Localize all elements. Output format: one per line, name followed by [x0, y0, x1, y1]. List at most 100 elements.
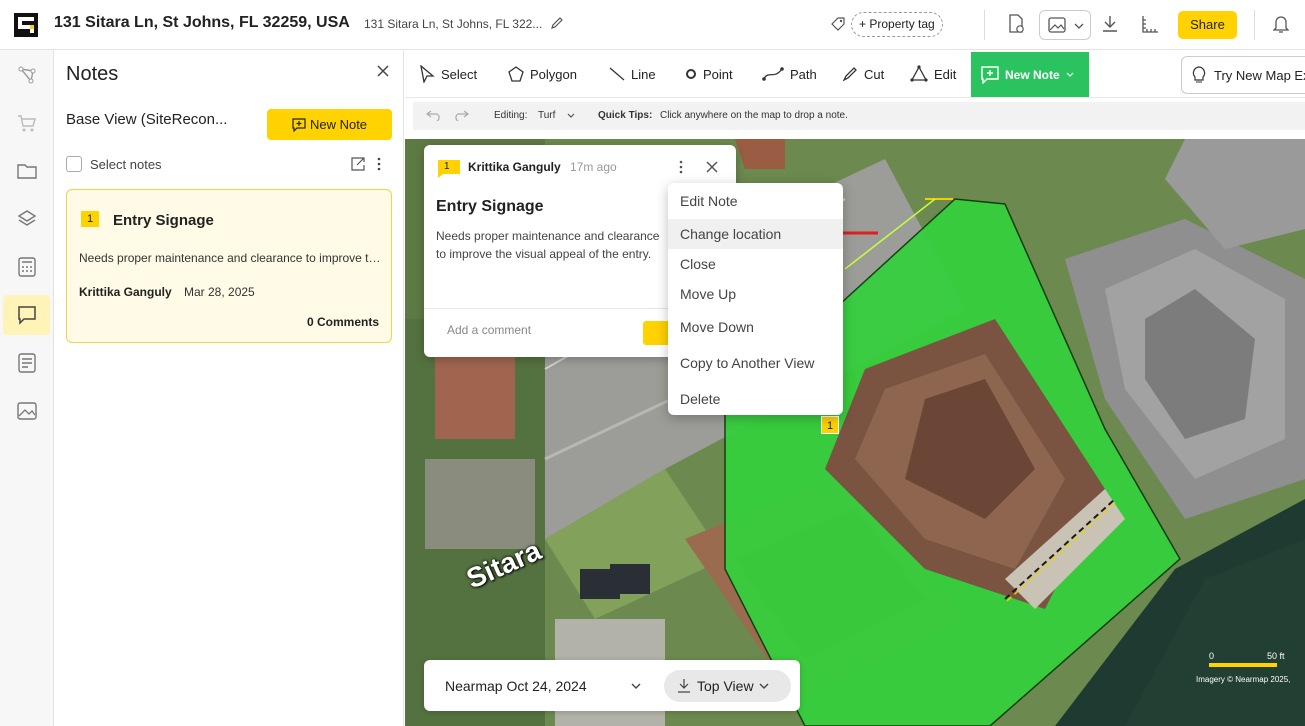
- note-timestamp: 17m ago: [570, 160, 617, 174]
- menu-move-up[interactable]: Move Up: [668, 279, 843, 309]
- edit-vertices-icon: [910, 65, 928, 82]
- quick-tips-text: Click anywhere on the map to drop a note…: [660, 110, 848, 121]
- rail-cart[interactable]: [3, 103, 50, 143]
- more-options-icon[interactable]: [678, 160, 684, 174]
- note-number-badge: 1: [81, 211, 99, 227]
- ruler-icon[interactable]: [1141, 14, 1159, 34]
- note-comments-count[interactable]: 0 Comments: [307, 315, 379, 329]
- point-icon: [686, 69, 696, 79]
- polygon-icon: [508, 66, 524, 82]
- notification-bell-icon[interactable]: [1273, 14, 1289, 34]
- property-address-short: 131 Sitara Ln, St Johns, FL 322...: [364, 17, 543, 31]
- cut-icon: [842, 67, 857, 82]
- tool-path-label: Path: [790, 66, 817, 82]
- chevron-down-icon[interactable]: [567, 113, 575, 119]
- scale-bar: [1209, 663, 1277, 667]
- panel-title: Notes: [66, 63, 119, 85]
- close-icon[interactable]: [705, 160, 719, 174]
- add-note-icon: [981, 65, 999, 84]
- note-title: Entry Signage: [436, 198, 544, 215]
- rail-layers[interactable]: [3, 199, 50, 239]
- tool-cut-label: Cut: [864, 66, 885, 82]
- top-bar: 131 Sitara Ln, St Johns, FL 32259, USA 1…: [0, 0, 1305, 50]
- select-notes[interactable]: Select notes: [66, 156, 162, 172]
- note-card[interactable]: 1 Entry Signage Needs proper maintenance…: [66, 189, 392, 343]
- rail-measure[interactable]: [3, 55, 50, 95]
- export-icon[interactable]: [351, 157, 365, 171]
- app-logo-icon[interactable]: [14, 13, 38, 37]
- download-icon[interactable]: [1101, 14, 1119, 34]
- imagery-date-select[interactable]: Nearmap Oct 24, 2024: [445, 678, 587, 694]
- image-icon: [16, 402, 37, 420]
- comment-input[interactable]: Add a comment: [447, 323, 531, 337]
- rail-calculator[interactable]: [3, 247, 50, 287]
- property-tag-button[interactable]: + Property tag: [851, 12, 943, 37]
- document-icon: [17, 353, 36, 373]
- calculator-icon: [17, 257, 36, 277]
- select-notes-checkbox[interactable]: [66, 156, 82, 172]
- line-icon: [609, 67, 625, 81]
- tag-icon: [831, 17, 845, 31]
- menu-edit-note[interactable]: Edit Note: [668, 186, 843, 216]
- menu-copy-to-view[interactable]: Copy to Another View: [668, 348, 843, 378]
- cart-icon: [17, 115, 36, 132]
- property-address: 131 Sitara Ln, St Johns, FL 32259, USA: [54, 14, 350, 31]
- tool-cut[interactable]: Cut: [842, 50, 884, 98]
- rail-image[interactable]: [3, 391, 50, 431]
- chevron-down-icon: [1066, 72, 1074, 77]
- menu-change-location[interactable]: Change location: [668, 219, 843, 249]
- edit-address-icon[interactable]: [550, 16, 564, 30]
- menu-close[interactable]: Close: [668, 249, 843, 279]
- redo-icon[interactable]: [453, 109, 469, 121]
- tool-select-label: Select: [441, 66, 478, 82]
- layers-icon: [17, 210, 36, 226]
- new-note-button[interactable]: New Note: [267, 109, 392, 140]
- note-number-badge: 1: [444, 161, 450, 172]
- editing-layer-select[interactable]: Turf: [538, 110, 555, 121]
- share-button[interactable]: Share: [1178, 11, 1237, 39]
- tool-polygon[interactable]: Polygon: [508, 50, 577, 98]
- map-toolbar: Select Polygon Line Point Path Cut Edit …: [405, 50, 1305, 98]
- tool-path[interactable]: Path: [762, 50, 817, 98]
- note-title: Entry Signage: [113, 212, 214, 229]
- scale-start: 0: [1209, 651, 1215, 661]
- menu-move-down[interactable]: Move Down: [668, 312, 843, 342]
- editing-label: Editing:: [494, 110, 528, 121]
- scale-end: 50 ft: [1267, 651, 1285, 661]
- folder-icon: [16, 164, 37, 179]
- note-date: Mar 28, 2025: [184, 285, 255, 299]
- rail-folder[interactable]: [3, 151, 50, 191]
- undo-icon[interactable]: [426, 109, 442, 121]
- note-body: Needs proper maintenance and clearance t…: [436, 229, 660, 261]
- more-options-icon[interactable]: [376, 157, 382, 171]
- select-notes-label: Select notes: [90, 156, 162, 172]
- tool-select[interactable]: Select: [419, 50, 477, 98]
- rail-notes[interactable]: [3, 295, 50, 335]
- tool-new-note[interactable]: New Note: [971, 52, 1089, 97]
- tool-point[interactable]: Point: [685, 50, 733, 98]
- menu-delete[interactable]: Delete: [668, 384, 843, 414]
- imagery-dropdown[interactable]: [1039, 10, 1091, 40]
- chevron-down-icon[interactable]: [631, 683, 641, 690]
- image-icon: [1048, 17, 1066, 33]
- base-view-label[interactable]: Base View (SiteRecon...: [66, 111, 227, 128]
- close-icon[interactable]: [376, 64, 390, 78]
- view-mode-select[interactable]: Top View: [664, 670, 791, 702]
- divider: [984, 10, 985, 40]
- new-note-label: New Note: [309, 117, 368, 132]
- tool-new-note-label: New Note: [1005, 67, 1060, 82]
- document-settings-icon[interactable]: [1007, 14, 1025, 34]
- imagery-date-bar: Nearmap Oct 24, 2024 Top View: [424, 660, 800, 711]
- note-author: Krittika Ganguly: [468, 160, 561, 174]
- tool-line-label: Line: [631, 66, 656, 82]
- tool-point-label: Point: [703, 66, 733, 82]
- path-icon: [762, 67, 784, 81]
- note-map-pin[interactable]: 1: [821, 416, 839, 434]
- try-new-map-button[interactable]: Try New Map Ex: [1181, 56, 1305, 94]
- rail-document[interactable]: [3, 343, 50, 383]
- tool-line[interactable]: Line: [609, 50, 656, 98]
- left-icon-rail: [0, 50, 54, 726]
- chevron-down-icon: [1074, 23, 1084, 29]
- map-scale: 0 50 ft: [1207, 651, 1305, 667]
- tool-edit[interactable]: Edit: [910, 50, 956, 98]
